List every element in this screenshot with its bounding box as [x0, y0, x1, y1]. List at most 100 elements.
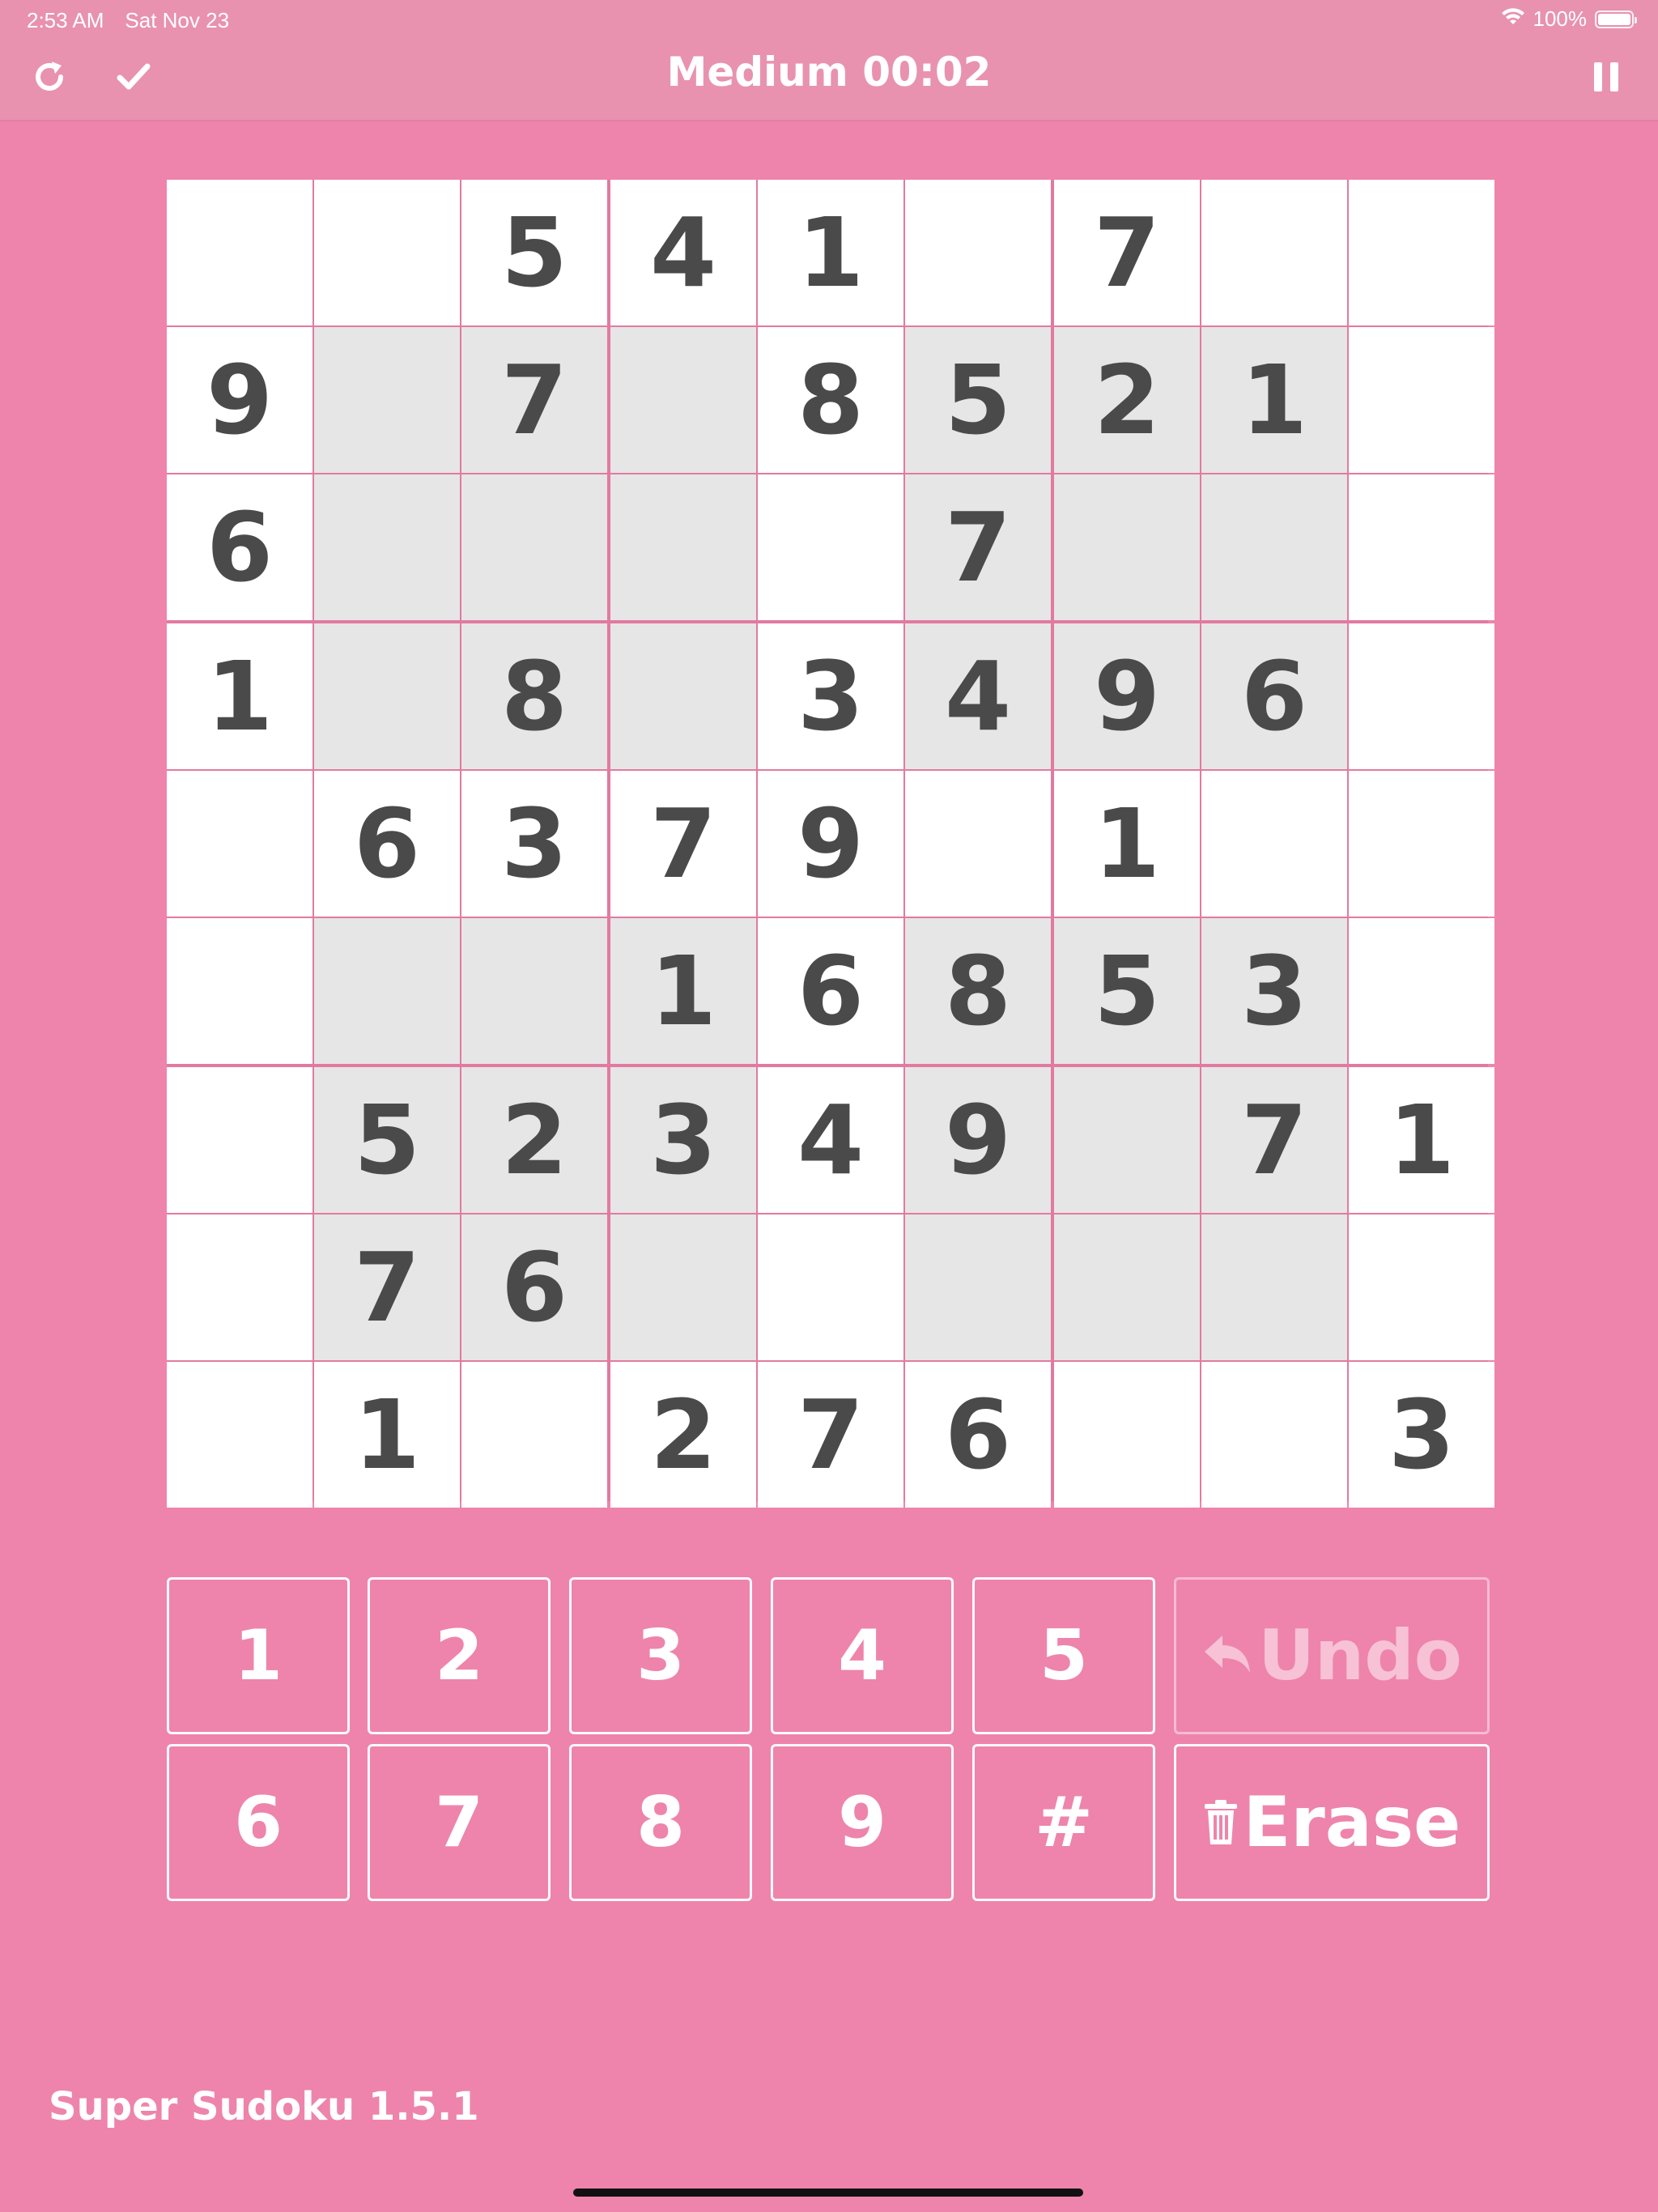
board-cell[interactable] [461, 474, 607, 620]
board-cell[interactable]: 3 [461, 771, 607, 917]
undo-arrow-icon [1201, 1615, 1253, 1696]
board-cell[interactable]: 3 [758, 623, 903, 769]
wifi-icon [1501, 6, 1525, 32]
board-cell[interactable]: 5 [905, 327, 1051, 473]
board-cell[interactable]: 9 [1054, 623, 1200, 769]
board-cell[interactable] [1349, 327, 1494, 473]
board-cell[interactable]: 9 [758, 771, 903, 917]
pause-icon[interactable] [1587, 57, 1627, 97]
board-cell[interactable] [1349, 623, 1494, 769]
board-cell[interactable]: 7 [461, 327, 607, 473]
board-cell[interactable]: 1 [1349, 1067, 1494, 1213]
board-cell[interactable]: 6 [461, 1214, 607, 1360]
board-cell[interactable] [1054, 474, 1200, 620]
board-cell[interactable]: 7 [758, 1362, 903, 1508]
board-cell[interactable]: 4 [758, 1067, 903, 1213]
key-3-button[interactable]: 3 [569, 1577, 752, 1734]
board-cell[interactable] [167, 1214, 312, 1360]
board-cell[interactable]: 8 [758, 327, 903, 473]
board-cell[interactable]: 1 [1054, 771, 1200, 917]
board-cell[interactable] [314, 327, 460, 473]
board-cell[interactable] [610, 1214, 756, 1360]
board-cell[interactable]: 7 [905, 474, 1051, 620]
board-cell[interactable] [314, 180, 460, 325]
board-cell[interactable]: 6 [758, 918, 903, 1064]
status-bar-left: 2:53 AM Sat Nov 23 [27, 8, 229, 33]
key-1-button[interactable]: 1 [167, 1577, 350, 1734]
board-cell[interactable] [314, 623, 460, 769]
board-cell[interactable]: 2 [610, 1362, 756, 1508]
board-cell[interactable]: 1 [610, 918, 756, 1064]
home-indicator[interactable] [573, 2189, 1083, 2197]
board-cell[interactable]: 7 [314, 1214, 460, 1360]
board-cell[interactable] [1054, 1362, 1200, 1508]
board-cell[interactable] [314, 918, 460, 1064]
board-cell[interactable]: 3 [1201, 918, 1347, 1064]
board-cell[interactable] [461, 1362, 607, 1508]
board-cell[interactable]: 6 [167, 474, 312, 620]
board-cell[interactable]: 2 [461, 1067, 607, 1213]
board-cell[interactable]: 7 [1201, 1067, 1347, 1213]
board-cell[interactable] [1201, 1214, 1347, 1360]
board-cell[interactable] [1201, 474, 1347, 620]
board-cell[interactable]: 4 [905, 623, 1051, 769]
key-6-button[interactable]: 6 [167, 1744, 350, 1901]
board-cell[interactable] [1054, 1067, 1200, 1213]
board-cell[interactable] [1349, 474, 1494, 620]
board-cell[interactable] [610, 623, 756, 769]
board-cell[interactable]: 8 [461, 623, 607, 769]
board-cell[interactable] [610, 474, 756, 620]
board-cell[interactable]: 7 [1054, 180, 1200, 325]
board-cell[interactable]: 8 [905, 918, 1051, 1064]
board-cell[interactable] [167, 918, 312, 1064]
board-cell[interactable] [1201, 1362, 1347, 1508]
board-cell[interactable]: 6 [314, 771, 460, 917]
undo-label: Undo [1258, 1615, 1462, 1696]
board-cell[interactable]: 5 [461, 180, 607, 325]
board-cell[interactable] [1349, 918, 1494, 1064]
board-cell[interactable] [461, 918, 607, 1064]
key-9-button[interactable]: 9 [771, 1744, 954, 1901]
board-cell[interactable]: 1 [758, 180, 903, 325]
board-cell[interactable] [167, 771, 312, 917]
board-cell[interactable] [1054, 1214, 1200, 1360]
board-cell[interactable] [758, 1214, 903, 1360]
board-cell[interactable] [905, 771, 1051, 917]
board-cell[interactable]: 4 [610, 180, 756, 325]
key-2-button[interactable]: 2 [368, 1577, 551, 1734]
board-cell[interactable]: 1 [167, 623, 312, 769]
board-cell[interactable]: 9 [167, 327, 312, 473]
board-cell[interactable]: 5 [1054, 918, 1200, 1064]
key-notes-hash-button[interactable]: # [972, 1744, 1155, 1901]
board-cell[interactable]: 3 [1349, 1362, 1494, 1508]
board-cell[interactable] [167, 180, 312, 325]
board-cell[interactable]: 3 [610, 1067, 756, 1213]
key-8-button[interactable]: 8 [569, 1744, 752, 1901]
undo-button[interactable]: Undo [1174, 1577, 1490, 1734]
board-cell[interactable] [167, 1362, 312, 1508]
board-cell[interactable] [1349, 771, 1494, 917]
board-cell[interactable] [167, 1067, 312, 1213]
board-cell[interactable] [314, 474, 460, 620]
board-cell[interactable] [1201, 180, 1347, 325]
board-cell[interactable] [758, 474, 903, 620]
board-cell[interactable] [1349, 1214, 1494, 1360]
key-4-button[interactable]: 4 [771, 1577, 954, 1734]
board-cell[interactable]: 1 [1201, 327, 1347, 473]
board-cell[interactable]: 2 [1054, 327, 1200, 473]
board-cell[interactable]: 9 [905, 1067, 1051, 1213]
erase-button[interactable]: Erase [1174, 1744, 1490, 1901]
board-cell[interactable] [610, 327, 756, 473]
board-cell[interactable] [905, 1214, 1051, 1360]
board-cell[interactable]: 6 [1201, 623, 1347, 769]
key-5-button[interactable]: 5 [972, 1577, 1155, 1734]
board-cell[interactable]: 7 [610, 771, 756, 917]
board-cell[interactable] [905, 180, 1051, 325]
board-cell[interactable]: 5 [314, 1067, 460, 1213]
key-7-button[interactable]: 7 [368, 1744, 551, 1901]
board-cell[interactable] [1349, 180, 1494, 325]
sudoku-screen: 2:53 AM Sat Nov 23 100% Medium 00:02 5 4… [0, 0, 1658, 2212]
board-cell[interactable] [1201, 771, 1347, 917]
board-cell[interactable]: 1 [314, 1362, 460, 1508]
board-cell[interactable]: 6 [905, 1362, 1051, 1508]
